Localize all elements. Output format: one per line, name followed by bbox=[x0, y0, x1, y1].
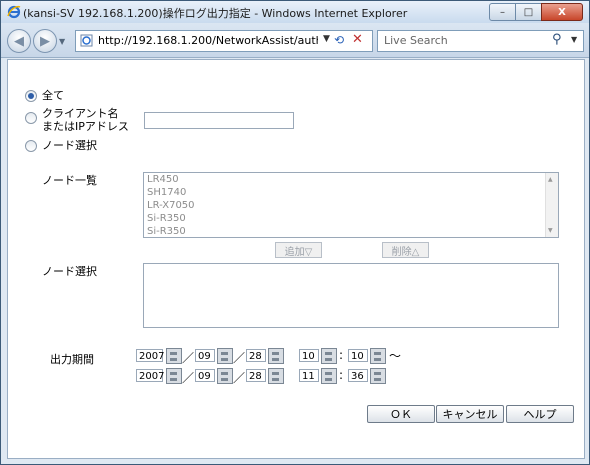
add-button[interactable]: 追加▽ bbox=[275, 242, 322, 258]
node-list-scrollbar[interactable]: ▲ ▼ bbox=[545, 173, 558, 237]
back-arrow-icon: ◀ bbox=[14, 33, 24, 49]
node-list-item[interactable]: SH1740 bbox=[144, 186, 558, 199]
search-dropdown-icon[interactable]: ▼ bbox=[571, 35, 577, 44]
end-day-spinner[interactable] bbox=[268, 368, 284, 384]
window-title: (kansi-SV 192.168.1.200)操作ログ出力指定 - Windo… bbox=[23, 7, 408, 20]
browser-toolbar: ◀ ▶ ▼ http://192.168.1.200/NetworkAssist… bbox=[1, 23, 589, 58]
radio-all[interactable] bbox=[25, 90, 37, 102]
minimize-button[interactable]: – bbox=[489, 3, 516, 21]
radio-all-label: 全て bbox=[42, 89, 64, 102]
address-dropdown-icon[interactable]: ▼ bbox=[323, 34, 330, 44]
end-year-spinner[interactable] bbox=[166, 368, 182, 384]
forward-button[interactable]: ▶ bbox=[33, 29, 57, 53]
address-url[interactable]: http://192.168.1.200/NetworkAssist/auth bbox=[98, 34, 318, 47]
end-day-field[interactable]: 28 bbox=[246, 369, 266, 382]
start-month-spinner[interactable] bbox=[217, 348, 233, 364]
end-year-field[interactable]: 2007 bbox=[136, 369, 164, 382]
start-year-spinner[interactable] bbox=[166, 348, 182, 364]
maximize-button[interactable]: □ bbox=[515, 3, 542, 21]
node-list-item[interactable]: Si-R350 bbox=[144, 225, 558, 237]
time-separator: : bbox=[339, 348, 344, 362]
start-month-field[interactable]: 09 bbox=[195, 349, 215, 362]
dialog-content: 全て クライアント名 またはIPアドレス ノード選択 ノード一覧 LR450 SH… bbox=[7, 59, 585, 459]
ie-logo-icon bbox=[7, 5, 21, 19]
back-button[interactable]: ◀ bbox=[7, 29, 31, 53]
page-icon bbox=[80, 34, 93, 47]
start-minute-field[interactable]: 10 bbox=[348, 349, 368, 362]
ok-button[interactable]: ＯＫ bbox=[367, 405, 435, 423]
start-year-field[interactable]: 2007 bbox=[136, 349, 164, 362]
node-list-item[interactable]: Si-R350 bbox=[144, 212, 558, 225]
node-list-item[interactable]: LR-X7050 bbox=[144, 199, 558, 212]
search-box[interactable]: Live Search ⚲ ▼ bbox=[377, 30, 584, 52]
close-button[interactable]: X bbox=[541, 3, 583, 21]
end-month-field[interactable]: 09 bbox=[195, 369, 215, 382]
start-minute-spinner[interactable] bbox=[370, 348, 386, 364]
radio-client[interactable] bbox=[25, 112, 37, 124]
date-separator: ／ bbox=[182, 371, 195, 385]
end-hour-spinner[interactable] bbox=[321, 368, 337, 384]
radio-node[interactable] bbox=[25, 140, 37, 152]
start-day-spinner[interactable] bbox=[268, 348, 284, 364]
forward-arrow-icon: ▶ bbox=[40, 33, 50, 49]
client-name-input[interactable] bbox=[144, 112, 294, 129]
date-separator: ／ bbox=[233, 351, 246, 365]
search-icon[interactable]: ⚲ bbox=[552, 32, 562, 47]
scroll-up-icon[interactable]: ▲ bbox=[548, 176, 553, 183]
end-hour-field[interactable]: 11 bbox=[299, 369, 319, 382]
range-separator: ～ bbox=[389, 349, 402, 363]
date-separator: ／ bbox=[182, 351, 195, 365]
node-list-item[interactable]: LR450 bbox=[144, 173, 558, 186]
delete-button[interactable]: 削除△ bbox=[382, 242, 429, 258]
time-separator: : bbox=[339, 368, 344, 382]
start-hour-spinner[interactable] bbox=[321, 348, 337, 364]
node-select-label: ノード選択 bbox=[42, 265, 97, 278]
cancel-button[interactable]: キャンセル bbox=[436, 405, 504, 423]
end-minute-spinner[interactable] bbox=[370, 368, 386, 384]
node-select-listbox[interactable] bbox=[143, 263, 559, 328]
search-input[interactable]: Live Search bbox=[384, 34, 448, 47]
start-hour-field[interactable]: 10 bbox=[299, 349, 319, 362]
help-button[interactable]: ヘルプ bbox=[506, 405, 574, 423]
radio-client-label-line2: またはIPアドレス bbox=[42, 120, 129, 133]
refresh-icon[interactable]: ⟲ bbox=[334, 33, 344, 47]
date-separator: ／ bbox=[233, 371, 246, 385]
node-list-items: LR450 SH1740 LR-X7050 Si-R350 Si-R350 bbox=[144, 173, 558, 237]
stop-icon[interactable]: ✕ bbox=[352, 32, 363, 47]
title-bar: (kansi-SV 192.168.1.200)操作ログ出力指定 - Windo… bbox=[1, 1, 589, 23]
start-day-field[interactable]: 28 bbox=[246, 349, 266, 362]
end-month-spinner[interactable] bbox=[217, 368, 233, 384]
period-label: 出力期間 bbox=[50, 353, 94, 366]
browser-window: (kansi-SV 192.168.1.200)操作ログ出力指定 - Windo… bbox=[0, 0, 590, 465]
node-list-label: ノード一覧 bbox=[42, 174, 97, 187]
end-minute-field[interactable]: 36 bbox=[348, 369, 368, 382]
window-controls: – □ X bbox=[489, 3, 583, 21]
history-dropdown-icon[interactable]: ▼ bbox=[59, 37, 65, 46]
address-bar[interactable]: http://192.168.1.200/NetworkAssist/auth … bbox=[75, 30, 373, 52]
radio-node-label: ノード選択 bbox=[42, 139, 97, 152]
scroll-down-icon[interactable]: ▼ bbox=[548, 227, 553, 234]
node-listbox[interactable]: LR450 SH1740 LR-X7050 Si-R350 Si-R350 ▲ ▼ bbox=[143, 172, 559, 238]
